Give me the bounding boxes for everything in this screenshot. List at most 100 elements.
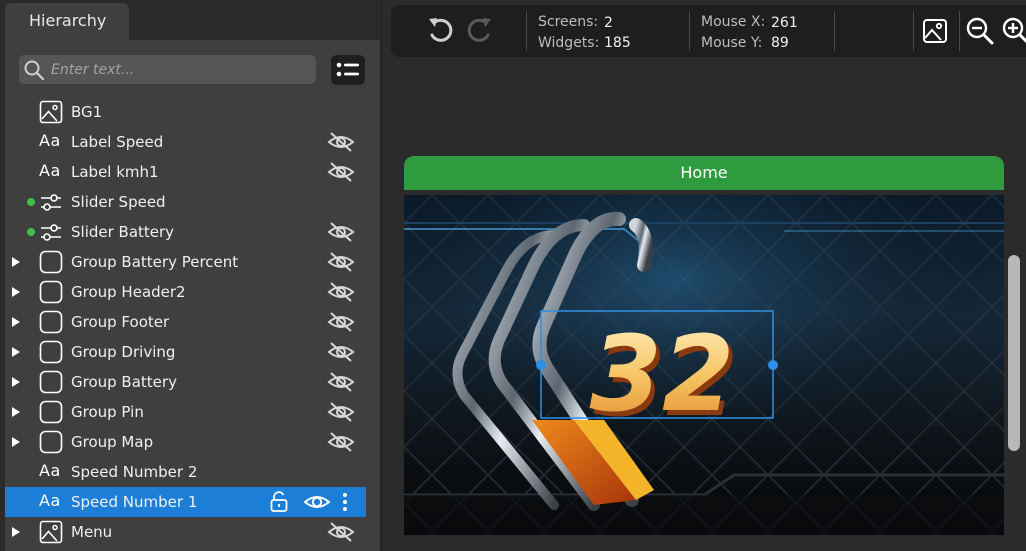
toolbar-divider (526, 11, 527, 51)
expand-arrow-icon[interactable] (12, 317, 20, 327)
tree-item-label: Group Battery (71, 373, 177, 391)
tree-item[interactable]: Group Header2 (5, 277, 380, 307)
canvas-scrollbar[interactable] (1008, 255, 1020, 451)
zoom-out-icon[interactable] (965, 16, 995, 46)
mouse-x-value: 261 (771, 15, 798, 31)
toolbar-divider (913, 11, 914, 51)
tree-item-label: Group Battery Percent (71, 253, 239, 271)
dashboard-background: 32 32 (404, 195, 1004, 535)
hierarchy-tab[interactable]: Hierarchy (5, 3, 129, 41)
tree-item[interactable]: Group Battery (5, 367, 380, 397)
tree-item-label: Slider Battery (71, 223, 175, 241)
tree-item-label: Group Pin (71, 403, 144, 421)
tree-item-label: Speed Number 1 (71, 493, 198, 511)
screen-title-bar[interactable]: Home (404, 156, 1004, 190)
tree-item[interactable]: Slider Speed (5, 187, 380, 217)
tree-item[interactable]: Group Pin (5, 397, 380, 427)
tree-item[interactable]: Aa Label kmh1 (5, 157, 380, 187)
unlock-icon[interactable] (269, 491, 289, 513)
tree-item[interactable]: Group Driving (5, 337, 380, 367)
group-icon (39, 430, 63, 454)
list-view-button[interactable] (331, 55, 365, 85)
speed-number[interactable]: 32 (590, 313, 735, 435)
eye-hidden-icon[interactable] (327, 310, 355, 334)
group-icon (39, 310, 63, 334)
eye-hidden-icon[interactable] (327, 250, 355, 274)
tree-item[interactable]: Group Footer (5, 307, 380, 337)
label-icon: Aa (39, 491, 61, 510)
toolbar-divider (689, 11, 690, 51)
tree-item[interactable]: Menu (5, 517, 380, 547)
eye-hidden-icon[interactable] (327, 430, 355, 454)
eye-hidden-icon[interactable] (327, 340, 355, 364)
widgets-label: Widgets: (538, 35, 600, 51)
expand-arrow-icon[interactable] (12, 407, 20, 417)
tree-item-label: BG1 (71, 103, 103, 121)
slider-icon (41, 224, 61, 241)
screens-label: Screens: (538, 14, 599, 30)
group-icon (39, 280, 63, 304)
group-icon (39, 400, 63, 424)
expand-arrow-icon[interactable] (12, 257, 20, 267)
tree-item[interactable]: BG1 (5, 97, 380, 127)
tree-item-label: Menu (71, 523, 113, 541)
eye-hidden-icon[interactable] (327, 280, 355, 304)
tree-item[interactable]: Slider Battery (5, 217, 380, 247)
label-icon: Aa (39, 161, 61, 180)
eye-hidden-icon[interactable] (327, 220, 355, 244)
tree-item[interactable]: Aa Label Speed (5, 127, 380, 157)
search-icon (24, 60, 45, 81)
screens-value: 2 (604, 15, 613, 31)
zoom-in-icon[interactable] (1001, 16, 1026, 46)
group-icon (39, 370, 63, 394)
group-icon (39, 250, 63, 274)
tree-item-label: Speed Number 2 (71, 463, 198, 481)
toolbar-divider (834, 11, 835, 51)
tree-item-label: Group Header2 (71, 283, 186, 301)
eye-hidden-icon[interactable] (327, 400, 355, 424)
screen-preview[interactable]: 32 32 (404, 195, 1004, 535)
eye-hidden-icon[interactable] (327, 520, 355, 544)
tree-item-label: Label kmh1 (71, 163, 159, 181)
expand-arrow-icon[interactable] (12, 437, 20, 447)
tree-item[interactable]: Aa Speed Number 1 (5, 487, 366, 517)
mouse-x-label: Mouse X: (701, 14, 766, 30)
resize-handle-left[interactable] (536, 360, 546, 370)
label-icon: Aa (39, 461, 61, 480)
hierarchy-body: BG1 Aa Label Speed Aa Label kmh1 Slider Speed… (5, 40, 380, 551)
expand-arrow-icon[interactable] (12, 527, 20, 537)
tree-item-label: Group Driving (71, 343, 176, 361)
eye-icon[interactable] (303, 491, 331, 513)
tree-item[interactable]: Aa Speed Number 2 (5, 457, 380, 487)
expand-arrow-icon[interactable] (12, 377, 20, 387)
image-icon[interactable] (921, 17, 949, 45)
hierarchy-tree: BG1 Aa Label Speed Aa Label kmh1 Slider Speed… (5, 97, 380, 547)
tree-item[interactable]: Group Map (5, 427, 380, 457)
top-toolbar: Screens: 2 Widgets: 185 Mouse X: 261 Mou… (391, 5, 1026, 57)
slider-icon (41, 194, 61, 211)
image-icon (39, 520, 63, 544)
eye-hidden-icon[interactable] (327, 130, 355, 154)
redo-icon[interactable] (463, 15, 495, 47)
expand-arrow-icon[interactable] (12, 287, 20, 297)
toolbar-divider (959, 11, 960, 51)
eye-hidden-icon[interactable] (327, 370, 355, 394)
search-input[interactable] (51, 55, 311, 84)
eye-hidden-icon[interactable] (327, 160, 355, 184)
image-icon (39, 100, 63, 124)
mouse-y-value: 89 (771, 35, 789, 51)
status-dot (27, 228, 35, 236)
widgets-value: 185 (604, 35, 631, 51)
tree-item-label: Group Footer (71, 313, 170, 331)
resize-handle-right[interactable] (768, 360, 778, 370)
expand-arrow-icon[interactable] (12, 347, 20, 357)
design-canvas[interactable]: Home 32 32 (383, 57, 1026, 551)
tree-item[interactable]: Group Battery Percent (5, 247, 380, 277)
status-dot (27, 198, 35, 206)
label-icon: Aa (39, 131, 61, 150)
search-box (19, 55, 316, 84)
more-options-icon[interactable] (341, 492, 349, 512)
tree-item-label: Slider Speed (71, 193, 166, 211)
tree-item-label: Group Map (71, 433, 154, 451)
undo-icon[interactable] (425, 15, 457, 47)
